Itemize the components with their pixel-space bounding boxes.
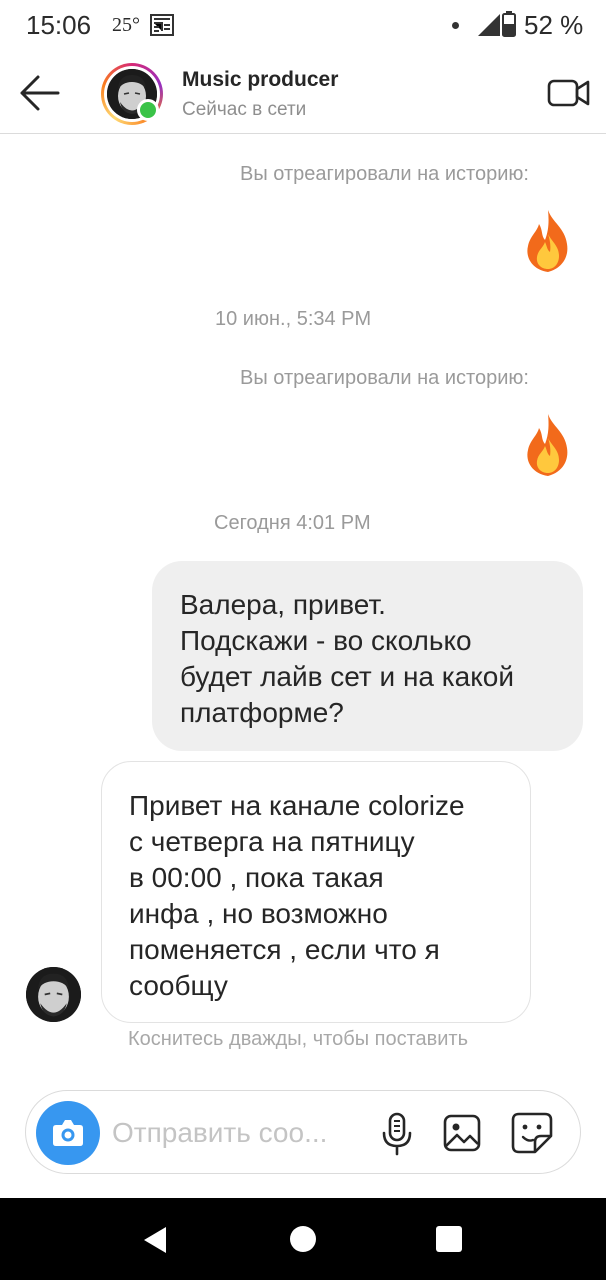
battery-icon bbox=[502, 11, 516, 37]
contact-status: Сейчас в сети bbox=[182, 99, 307, 120]
double-tap-hint: Коснитесь дважды, чтобы поставить bbox=[128, 1028, 469, 1050]
status-time: 15:06 bbox=[26, 10, 92, 40]
status-temperature: 25° bbox=[112, 14, 140, 36]
story-reaction-note: Вы отреагировали на историю: bbox=[240, 367, 529, 389]
video-call-icon[interactable] bbox=[546, 76, 592, 110]
back-arrow-icon[interactable] bbox=[14, 72, 66, 114]
message-composer bbox=[25, 1090, 581, 1174]
nav-back-icon[interactable] bbox=[140, 1224, 172, 1256]
message-input[interactable] bbox=[112, 1113, 362, 1153]
nav-home-icon[interactable] bbox=[290, 1226, 316, 1252]
system-navigation-bar bbox=[0, 1198, 606, 1280]
notification-dot bbox=[452, 22, 459, 29]
fire-icon[interactable] bbox=[519, 412, 577, 480]
sender-avatar[interactable] bbox=[26, 967, 81, 1022]
status-bar: 15:06 25° 52 % bbox=[0, 0, 606, 52]
camera-button[interactable] bbox=[36, 1101, 100, 1165]
gallery-icon[interactable] bbox=[442, 1113, 482, 1153]
sticker-icon[interactable] bbox=[510, 1111, 554, 1155]
signal-icon bbox=[478, 14, 500, 36]
microphone-icon[interactable] bbox=[378, 1111, 416, 1157]
weather-icon bbox=[150, 14, 174, 36]
timestamp: Сегодня 4:01 PM bbox=[214, 512, 371, 534]
battery-percent: 52 % bbox=[524, 10, 584, 40]
incoming-message[interactable]: Привет на канале colorize с четверга на … bbox=[101, 761, 531, 1023]
nav-recents-icon[interactable] bbox=[436, 1226, 462, 1252]
contact-name[interactable]: Music producer bbox=[182, 68, 338, 92]
timestamp: 10 июн., 5:34 PM bbox=[215, 308, 372, 330]
camera-icon bbox=[53, 1120, 83, 1146]
chat-header: Music producer Сейчас в сети bbox=[0, 52, 606, 134]
story-reaction-note: Вы отреагировали на историю: bbox=[240, 163, 529, 185]
outgoing-message[interactable]: Валера, привет. Подскажи - во сколько бу… bbox=[152, 561, 583, 751]
fire-icon[interactable] bbox=[519, 208, 577, 276]
online-status-dot bbox=[137, 99, 159, 121]
